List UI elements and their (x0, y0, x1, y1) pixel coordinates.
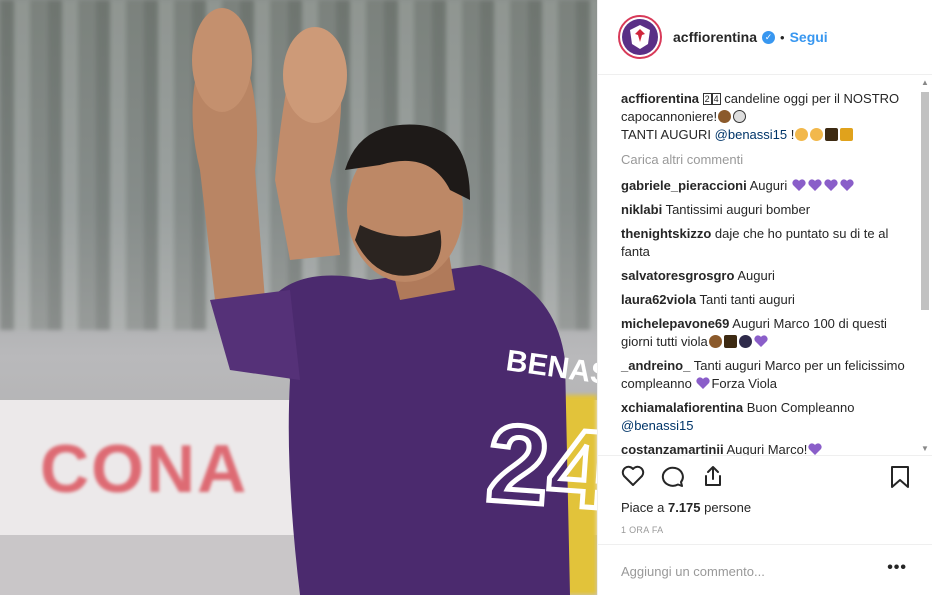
comment-text: Auguri (749, 178, 788, 193)
load-more-comments-link[interactable]: Carica altri commenti (621, 152, 913, 167)
comments-scrollbar[interactable]: ▲ ▼ (919, 78, 931, 454)
comment: michelepavone69 Auguri Marco 100 di ques… (621, 315, 913, 351)
comment-username[interactable]: xchiamalafiorentina (621, 400, 743, 415)
comment-username[interactable]: costanzamartinii (621, 442, 724, 455)
comment-text: Auguri (737, 268, 775, 283)
comment: laura62viola Tanti tanti auguri (621, 291, 913, 309)
fleur-de-lis-emoji-icon (840, 128, 854, 141)
separator-dot: • (780, 29, 785, 45)
cake-emoji-icon (718, 110, 732, 123)
share-icon[interactable] (701, 465, 725, 487)
comment: xchiamalafiorentina Buon Compleanno @ben… (621, 399, 913, 435)
caption-username[interactable]: acffiorentina (621, 91, 699, 106)
caption: acffiorentina 24 candeline oggi per il N… (621, 90, 913, 144)
clapping-hands-emoji-icon (795, 128, 809, 141)
comment-username[interactable]: salvatoresgrosgro (621, 268, 734, 283)
player-illustration: BENASSI 24 (192, 8, 597, 595)
caption-text-2: TANTI AUGURI (621, 127, 715, 142)
caption-mention[interactable]: @benassi15 (715, 127, 787, 142)
comment-username[interactable]: michelepavone69 (621, 316, 729, 331)
comment-text: Tanti tanti auguri (699, 292, 795, 307)
purple-heart-emoji-icon (808, 443, 823, 455)
likes-number: 7.175 (667, 500, 701, 515)
purple-heart-emoji-icon (824, 179, 838, 191)
keycap-digit: 4 (711, 93, 721, 105)
party-popper-emoji-icon (723, 335, 737, 348)
comment-text: Auguri Marco! (726, 442, 808, 456)
scroll-up-icon[interactable]: ▲ (919, 78, 931, 88)
soccer-ball-emoji-icon (733, 110, 747, 123)
keycap-digit: 2 (702, 93, 712, 105)
comment: gabriele_pieraccioni Auguri (621, 177, 913, 195)
post-timestamp[interactable]: 1 ORA FA (621, 525, 663, 535)
comment: thenightskizzo daje che ho puntato su di… (621, 225, 913, 261)
scroll-down-icon[interactable]: ▼ (919, 444, 931, 454)
verified-badge-icon: ✓ (762, 30, 776, 44)
party-popper-emoji-icon (825, 128, 839, 141)
comment-username[interactable]: laura62viola (621, 292, 696, 307)
post-actions (621, 462, 916, 492)
heart-icon[interactable] (621, 465, 645, 487)
caption-text-3: ! (787, 127, 795, 142)
add-comment-bar: ••• (598, 544, 932, 595)
comment: _andreino_ Tanti auguri Marco per un fel… (621, 357, 913, 393)
comment: salvatoresgrosgro Auguri (621, 267, 913, 285)
scrollbar-thumb[interactable] (921, 92, 929, 310)
comments-list: acffiorentina 24 candeline oggi per il N… (621, 90, 913, 456)
follow-button[interactable]: Segui (790, 29, 828, 45)
cake-emoji-icon (708, 335, 722, 348)
likes-suffix: persone (700, 500, 752, 515)
clapping-hands-emoji-icon (810, 128, 824, 141)
post-sidebar: acffiorentina ✓ • Segui acffiorentina 24… (597, 0, 932, 595)
comments-section[interactable]: acffiorentina 24 candeline oggi per il N… (598, 76, 932, 456)
add-comment-input[interactable] (621, 559, 871, 583)
purple-heart-emoji-icon (696, 377, 711, 389)
comment-username[interactable]: thenightskizzo (621, 226, 711, 241)
header-username[interactable]: acffiorentina (673, 29, 757, 45)
comment-text: Tantissimi auguri bomber (665, 202, 811, 217)
bookmark-icon[interactable] (889, 465, 911, 489)
purple-heart-emoji-icon (792, 179, 806, 191)
comment: niklabi Tantissimi auguri bomber (621, 201, 913, 219)
comment-username[interactable]: niklabi (621, 202, 662, 217)
comment-username[interactable]: gabriele_pieraccioni (621, 178, 747, 193)
comment-username[interactable]: _andreino_ (621, 358, 690, 373)
likes-count[interactable]: Piace a 7.175 persone (621, 500, 751, 515)
likes-prefix: Piace a (621, 500, 668, 515)
avatar[interactable] (618, 15, 662, 59)
comment-text-after: Forza Viola (711, 376, 777, 391)
post-photo[interactable]: CONA BENASSI 24 (0, 0, 597, 595)
comment-text: Buon Compleanno (746, 400, 855, 415)
post-header: acffiorentina ✓ • Segui (598, 0, 932, 75)
jersey-number: 24 (483, 401, 597, 532)
crown-emoji-icon (738, 335, 752, 348)
comment: costanzamartinii Auguri Marco! (621, 441, 913, 456)
comment-icon[interactable] (661, 465, 685, 487)
fiorentina-logo-icon (622, 19, 658, 55)
purple-heart-emoji-icon (754, 335, 768, 347)
purple-heart-emoji-icon (840, 179, 854, 191)
purple-heart-emoji-icon (808, 179, 822, 191)
comment-mention[interactable]: @benassi15 (621, 418, 693, 433)
more-options-icon[interactable]: ••• (887, 559, 907, 577)
